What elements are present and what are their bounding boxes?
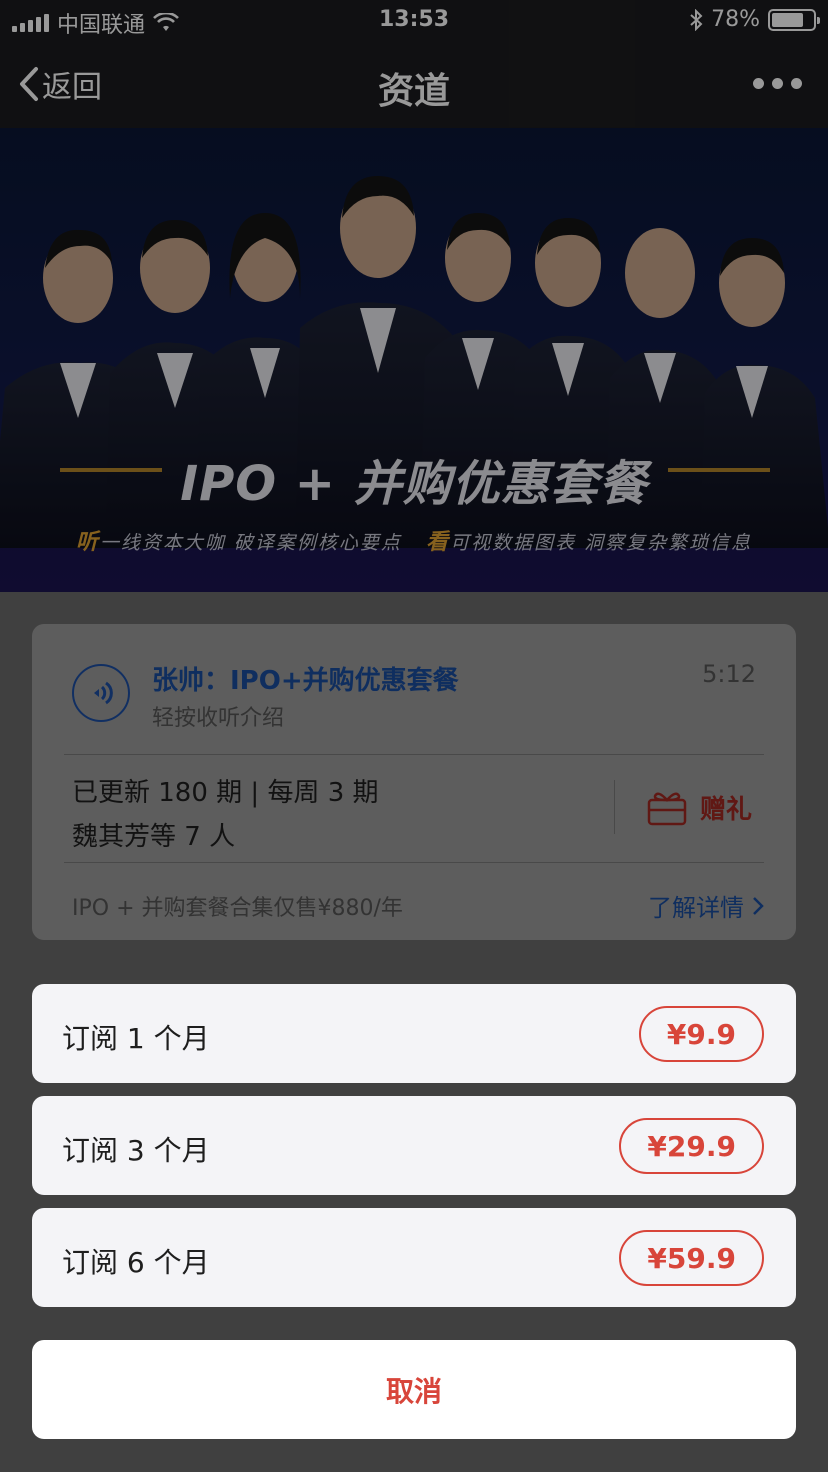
battery-percent: 78% bbox=[711, 7, 760, 32]
bluetooth-icon bbox=[690, 8, 703, 31]
banner-headline: IPO + 并购优惠套餐 bbox=[180, 456, 648, 512]
top-bar: 中国联通 13:53 78% 返回 资道 bbox=[0, 0, 828, 128]
battery-fill bbox=[772, 12, 804, 27]
course-card: 张帅：IPO+并购优惠套餐 轻按收听介绍 5:12 已更新 180 期 | 每周… bbox=[32, 624, 796, 940]
audio-duration: 5:12 bbox=[702, 660, 756, 688]
gift-button[interactable]: 赠礼 bbox=[646, 788, 752, 826]
banner-listen-char: 听 bbox=[75, 530, 100, 555]
subscribe-option-3-months[interactable]: 订阅 3 个月 ¥29.9 bbox=[32, 1096, 796, 1195]
details-link[interactable]: 了解详情 bbox=[648, 888, 764, 923]
divider bbox=[64, 862, 764, 863]
option-label: 订阅 3 个月 bbox=[62, 1134, 210, 1167]
page-title: 资道 bbox=[377, 71, 450, 112]
price-button[interactable]: ¥59.9 bbox=[619, 1230, 764, 1286]
vertical-divider bbox=[614, 780, 615, 834]
banner-subtitle: 听一线资本大咖 破译案例核心要点 看可视数据图表 洞察复杂繁琐信息 bbox=[0, 524, 828, 556]
status-right: 78% bbox=[689, 7, 820, 32]
audio-wave-icon bbox=[94, 681, 113, 705]
audio-play-button[interactable] bbox=[72, 664, 130, 722]
banner-look-text: 可视数据图表 洞察复杂繁琐信息 bbox=[450, 532, 753, 554]
promo-text: IPO + 并购套餐合集仅售¥880/年 bbox=[72, 896, 403, 921]
chevron-right-icon bbox=[753, 896, 764, 915]
cancel-button[interactable]: 取消 bbox=[32, 1340, 796, 1439]
battery-icon bbox=[768, 8, 820, 31]
price-button[interactable]: ¥9.9 bbox=[638, 1006, 764, 1062]
promo-banner: IPO + 并购优惠套餐 听一线资本大咖 破译案例核心要点 看可视数据图表 洞察… bbox=[0, 128, 828, 592]
course-subtitle: 轻按收听介绍 bbox=[152, 706, 285, 731]
subscribe-option-1-month[interactable]: 订阅 1 个月 ¥9.9 bbox=[32, 984, 796, 1083]
option-label: 订阅 1 个月 bbox=[62, 1022, 210, 1055]
subscribe-option-6-months[interactable]: 订阅 6 个月 ¥59.9 bbox=[32, 1208, 796, 1307]
gift-label: 赠礼 bbox=[700, 794, 753, 825]
divider bbox=[64, 754, 764, 755]
option-label: 订阅 6 个月 bbox=[62, 1246, 210, 1279]
price-button[interactable]: ¥29.9 bbox=[619, 1118, 764, 1174]
banner-listen-text: 一线资本大咖 破译案例核心要点 bbox=[99, 532, 402, 554]
details-label: 了解详情 bbox=[648, 894, 744, 922]
status-bar: 中国联通 13:53 78% bbox=[0, 0, 828, 40]
speakers-info: 魏其芳等 7 人 bbox=[72, 822, 236, 852]
course-title[interactable]: 张帅：IPO+并购优惠套餐 bbox=[152, 660, 459, 697]
banner-look-char: 看 bbox=[426, 530, 451, 555]
gift-icon bbox=[647, 792, 687, 826]
nav-bar: 返回 资道 bbox=[0, 40, 828, 128]
more-menu-icon[interactable] bbox=[753, 78, 802, 89]
update-info: 已更新 180 期 | 每周 3 期 bbox=[72, 778, 379, 808]
